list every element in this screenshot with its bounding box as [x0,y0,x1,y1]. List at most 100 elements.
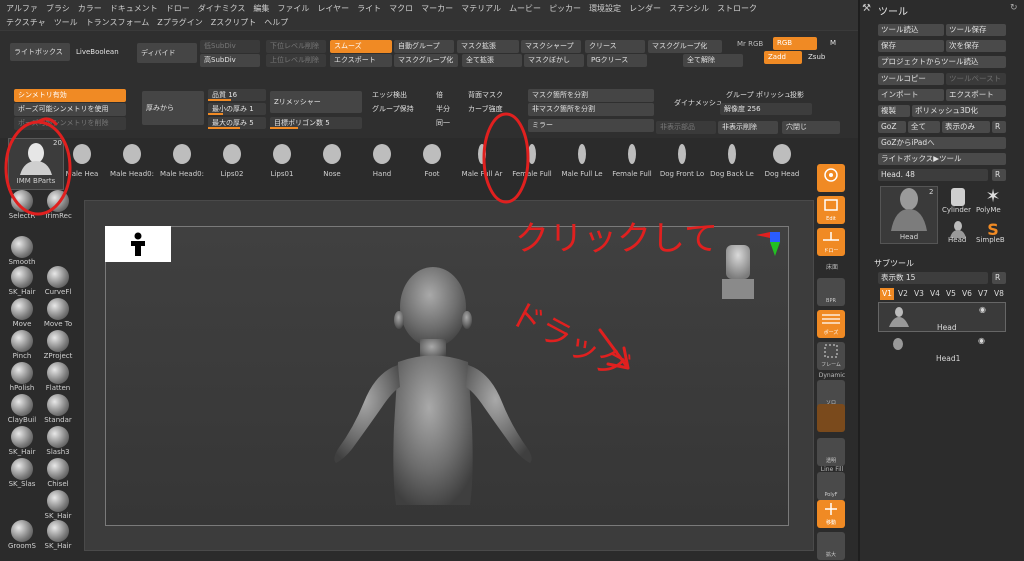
eye-icon[interactable]: ◉ [979,305,986,314]
lock-button[interactable] [817,404,845,432]
cylinder-thumb[interactable]: Cylinder [942,186,972,216]
goz-r-button[interactable]: R [992,121,1006,133]
brush-tool[interactable]: SK_Hair [40,490,76,520]
menu-item[interactable]: ツール [54,17,78,28]
menu-item[interactable]: ドキュメント [110,3,158,14]
insert-mesh-item[interactable]: Female Full [506,138,558,186]
edit-button[interactable]: Edit [817,196,845,224]
menu-item[interactable]: テクスチャ [6,17,46,28]
split-unmask-button[interactable]: 非マスク箇所を分割 [528,103,654,116]
menu-item[interactable]: マクロ [389,3,413,14]
thickness-button[interactable]: 厚みから [142,91,204,125]
insert-mesh-item[interactable]: Male Full Ar [456,138,508,186]
zadd-button[interactable]: Zadd [764,51,802,64]
head-slider[interactable]: Head. 48 [878,169,988,181]
lightbox-tool-button[interactable]: ライトボックス▶ツール [878,153,1006,165]
pose-symmetry-button[interactable]: ポーズ可能シンメトリを使用 [14,103,126,116]
subtool-version-tab[interactable]: V5 [944,288,958,300]
brush-tool[interactable]: SK_Hair [4,266,40,296]
min-thickness-slider[interactable]: 最小の厚み 1 [208,103,266,115]
polyf-button[interactable]: PolyF [817,472,845,500]
import-button[interactable]: インポート [878,89,944,101]
menu-item[interactable]: 環境設定 [589,3,621,14]
bpr-button[interactable]: BPR [817,278,845,306]
menu-item[interactable]: ストローク [717,3,757,14]
goz-ipad-button[interactable]: GoZからiPadへ [878,137,1006,149]
insert-mesh-item[interactable]: Female Full [606,138,658,186]
menu-item[interactable]: ピッカー [549,3,581,14]
project-button[interactable]: 投影 [786,89,808,102]
menu-item[interactable]: マーカー [421,3,453,14]
insert-mesh-item[interactable]: Male Head0: [156,138,208,186]
hide-unmasked-button[interactable]: 非表示部品 [656,121,716,134]
low-subdiv-button[interactable]: 低SubDiv [200,40,260,53]
insert-mesh-item[interactable]: Dog Head [756,138,808,186]
rgb-button[interactable]: RGB [773,37,817,50]
insert-mesh-item[interactable]: Male Head0: [106,138,158,186]
transparency-button[interactable]: 透明 [817,438,845,466]
lightbox-button[interactable]: ライトボックス [10,43,70,61]
menu-item[interactable]: ファイル [277,3,309,14]
brush-tool[interactable]: GroomS [4,520,40,550]
menu-item[interactable]: ヘルプ [264,17,288,28]
clone-button[interactable]: 複製 [878,105,910,117]
insert-mesh-item[interactable]: Hand [356,138,408,186]
mask-blur-button[interactable]: マスクぼかし [524,54,584,67]
mrgb-button[interactable]: Mr RGB [733,38,767,51]
resolution-slider[interactable]: 解像度 256 [720,103,812,115]
menu-item[interactable]: アルファ [6,3,38,14]
max-thickness-slider[interactable]: 最大の厚み 5 [208,117,266,129]
display-count-slider[interactable]: 表示数 15 [878,272,988,284]
m-button[interactable]: M [826,37,840,50]
menu-item[interactable]: マテリアル [461,3,501,14]
subtool-item-head1[interactable]: Head1 ◉ [878,334,1006,364]
smooth-button[interactable]: スムーズ [330,40,392,53]
load-from-project-button[interactable]: プロジェクトからツール読込 [878,56,1006,68]
brush-tool[interactable]: hPolish [4,362,40,392]
frame-button[interactable]: フレーム [817,342,845,370]
insert-mesh-item[interactable]: Dog Front Lo [656,138,708,186]
subtool-version-tab[interactable]: V3 [912,288,926,300]
delete-lower-button[interactable]: 下位レベル削除 [266,40,326,53]
brush-tool[interactable]: Flatten [40,362,76,392]
brush-tool[interactable]: TrimRec [40,190,76,220]
save-tool-button[interactable]: ツール保存 [946,24,1006,36]
liveboolean-button[interactable]: LiveBoolean [72,43,123,61]
uncrease-all-button[interactable]: 全て解除 [683,54,743,67]
export-button-panel[interactable]: エクスポート [946,89,1006,101]
brush-tool[interactable]: Standar [40,394,76,424]
menu-item[interactable]: 編集 [253,3,269,14]
zremesher-button[interactable]: Zリメッシャー [270,91,362,113]
divide-button[interactable]: ディバイド [137,43,197,63]
same-button[interactable]: 同一 [432,117,454,130]
insert-mesh-item[interactable]: Male Hea [56,138,108,186]
brush-tool[interactable]: Move To [40,298,76,328]
brush-tool[interactable]: Chisel [40,458,76,488]
export-button[interactable]: エクスポート [330,54,392,67]
menu-item[interactable]: ライト [357,3,381,14]
save-button[interactable]: 保存 [878,40,944,52]
insert-mesh-item[interactable]: Dog Back Le [706,138,758,186]
subtool-version-tab[interactable]: V1 [880,288,894,300]
brush-tool[interactable]: Slash3 [40,426,76,456]
copy-tool-button[interactable]: ツールコピー [878,73,944,85]
load-tool-button[interactable]: ツール読込 [878,24,944,36]
make-polymesh-button[interactable]: ポリメッシュ3D化 [912,105,1006,117]
polymesh-thumb[interactable]: ✶ PolyMe [976,186,1008,216]
target-polygon-slider[interactable]: 目標ポリゴン数 5 [270,117,362,129]
menu-item[interactable]: Zスクリプト [211,17,256,28]
subtool-version-tab[interactable]: V8 [992,288,1006,300]
insert-mesh-item[interactable]: Nose [306,138,358,186]
brush-tool[interactable]: Pinch [4,330,40,360]
double-button[interactable]: 倍 [432,89,447,102]
menu-item[interactable]: ムービー [509,3,541,14]
high-subdiv-button[interactable]: 高SubDiv [200,54,260,67]
mask-group-button-2[interactable]: マスクグループ化 [648,40,722,53]
brush-tool[interactable]: CurveFl [40,266,76,296]
delete-hidden-button[interactable]: 非表示削除 [718,121,778,134]
split-mask-button[interactable]: マスク箇所を分割 [528,89,654,102]
half-button[interactable]: 半分 [432,103,454,116]
menu-item[interactable]: ブラシ [46,3,70,14]
subtool-item-head[interactable]: Head ◉ [878,302,1006,332]
close-holes-button[interactable]: 穴閉じ [782,121,840,134]
